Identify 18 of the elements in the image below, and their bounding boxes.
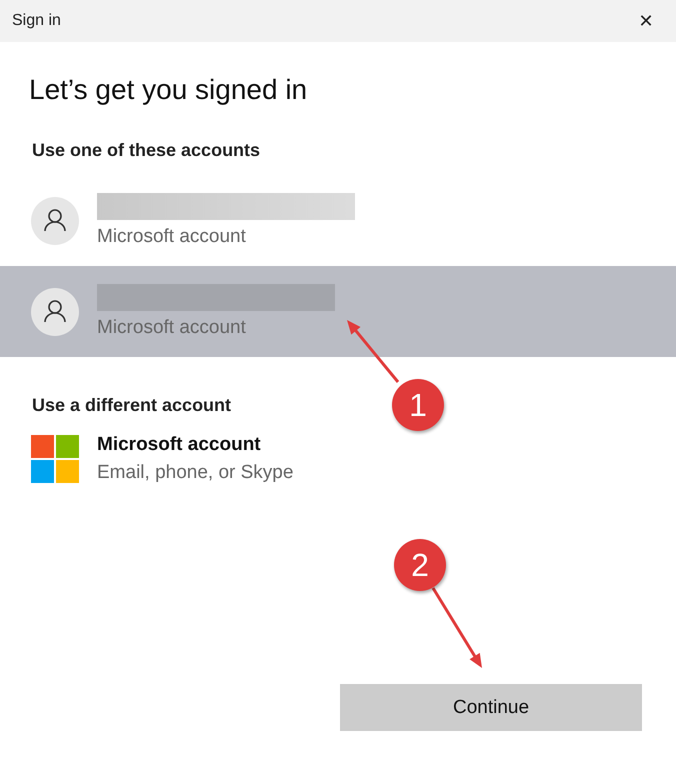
account-item[interactable]: Microsoft account [0, 175, 676, 266]
option-title: Microsoft account [97, 434, 262, 456]
section-title: Use one of these accounts [32, 140, 260, 161]
account-type: Microsoft account [97, 317, 247, 339]
continue-button[interactable]: Continue [340, 684, 642, 731]
dialog-heading: Let’s get you signed in [29, 74, 308, 106]
user-icon [31, 288, 79, 336]
close-button[interactable]: ✕ [616, 0, 676, 42]
user-icon [31, 196, 79, 244]
section-title: Use a different account [32, 395, 232, 416]
step-marker: 1 [392, 379, 444, 431]
account-option[interactable]: Microsoft account Email, phone, or Skype [0, 434, 676, 484]
window-title: Sign in [12, 12, 61, 30]
option-subtitle: Email, phone, or Skype [97, 462, 294, 484]
step-marker: 2 [394, 539, 446, 591]
windows-logo-icon [31, 435, 79, 483]
account-type: Microsoft account [97, 226, 247, 248]
arrow [347, 320, 400, 383]
